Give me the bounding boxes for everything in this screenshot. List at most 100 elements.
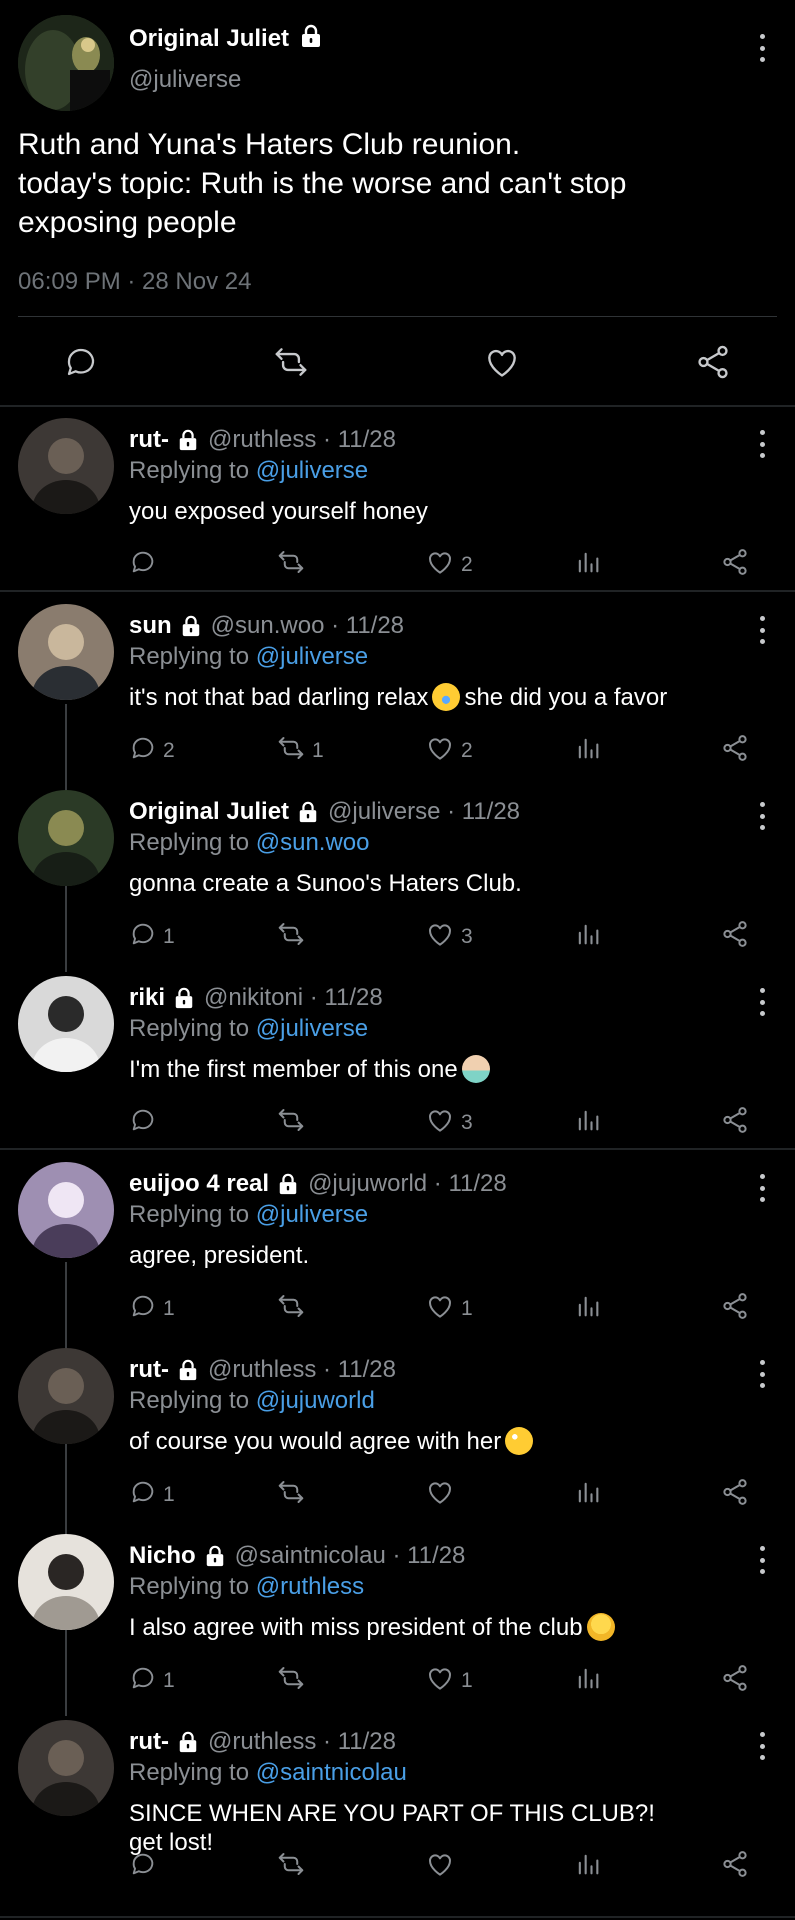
share-button[interactable] (720, 1292, 750, 1326)
mention-link[interactable]: @juliverse (256, 643, 368, 670)
share-button[interactable] (720, 1478, 750, 1512)
reply-tweet[interactable]: euijoo 4 real @jujuworld · 11/28 Replying … (0, 1150, 795, 1336)
author-name[interactable]: riki (129, 984, 165, 1012)
share-button[interactable] (720, 1664, 750, 1698)
author-name[interactable]: euijoo 4 real (129, 1170, 269, 1198)
more-vertical-icon[interactable] (757, 1174, 767, 1202)
avatar[interactable] (18, 1348, 114, 1444)
author-name[interactable]: rut- (129, 1356, 169, 1384)
retweet-button[interactable] (276, 1850, 312, 1884)
like-button[interactable]: 2 (425, 548, 473, 582)
reply-button[interactable]: 1 (129, 1664, 175, 1698)
like-button[interactable]: 1 (425, 1292, 473, 1326)
author-name[interactable]: Nicho (129, 1542, 196, 1570)
analytics-button[interactable] (574, 1106, 602, 1140)
retweet-button[interactable] (276, 1292, 312, 1326)
more-vertical-icon[interactable] (757, 988, 767, 1016)
author-handle[interactable]: @ruthless · 11/28 (208, 426, 396, 454)
reply-tweet[interactable]: Original Juliet @juliverse · 11/28 Replyin… (0, 778, 795, 964)
retweet-button[interactable] (276, 1106, 312, 1140)
analytics-button[interactable] (574, 1292, 602, 1326)
like-button[interactable] (425, 1850, 461, 1884)
reply-tweet[interactable]: riki @nikitoni · 11/28 Replying to @julive… (0, 964, 795, 1150)
avatar[interactable] (18, 15, 114, 111)
reply-icon[interactable] (59, 340, 103, 384)
reply-button[interactable] (129, 1106, 163, 1140)
reply-button[interactable]: 1 (129, 920, 175, 954)
reply-button[interactable]: 1 (129, 1292, 175, 1326)
tweet-timestamp[interactable]: 06:09 PM · 28 Nov 24 (18, 268, 251, 296)
more-vertical-icon[interactable] (757, 1546, 767, 1574)
avatar[interactable] (18, 604, 114, 700)
reply-button[interactable] (129, 548, 163, 582)
avatar[interactable] (18, 418, 114, 514)
retweet-button[interactable] (276, 1664, 312, 1698)
reply-tweet[interactable]: rut- @ruthless · 11/28 Replying to @julive… (0, 406, 795, 592)
mention-link[interactable]: @juliverse (256, 457, 368, 484)
avatar[interactable] (18, 1534, 114, 1630)
avatar[interactable] (18, 976, 114, 1072)
author-handle[interactable]: @ruthless · 11/28 (208, 1728, 396, 1756)
reply-icon (129, 1292, 157, 1326)
author-name[interactable]: sun (129, 612, 172, 640)
analytics-button[interactable] (574, 548, 602, 582)
like-button[interactable]: 3 (425, 920, 473, 954)
share-button[interactable] (720, 1106, 750, 1140)
retweet-button[interactable] (276, 920, 312, 954)
like-button[interactable]: 3 (425, 1106, 473, 1140)
reply-tweet[interactable]: rut- @ruthless · 11/28 Replying to @jujuwo… (0, 1336, 795, 1522)
share-button[interactable] (720, 920, 750, 954)
like-count: 2 (461, 739, 473, 762)
author-handle[interactable]: @juliverse (129, 66, 241, 94)
reply-button[interactable]: 2 (129, 734, 175, 768)
like-button[interactable] (425, 1478, 461, 1512)
mention-link[interactable]: @juliverse (256, 1015, 368, 1042)
reply-tweet[interactable]: sun @sun.woo · 11/28 Replying to @julivers… (0, 592, 795, 778)
avatar[interactable] (18, 790, 114, 886)
share-button[interactable] (720, 548, 750, 582)
author-handle[interactable]: @sun.woo · 11/28 (211, 612, 404, 640)
avatar[interactable] (18, 1162, 114, 1258)
mention-link[interactable]: @juliverse (256, 1201, 368, 1228)
retweet-button[interactable] (276, 1478, 312, 1512)
analytics-button[interactable] (574, 1850, 602, 1884)
reply-tweet[interactable]: Nicho @saintnicolau · 11/28 Replying to @r… (0, 1522, 795, 1708)
more-vertical-icon[interactable] (757, 34, 767, 62)
like-button[interactable]: 1 (425, 1664, 473, 1698)
more-vertical-icon[interactable] (757, 1360, 767, 1388)
mention-link[interactable]: @jujuworld (256, 1387, 375, 1414)
author-name[interactable]: Original Juliet (129, 798, 289, 826)
mention-link[interactable]: @sun.woo (256, 829, 370, 856)
author-name[interactable]: Original Juliet (129, 25, 289, 53)
analytics-button[interactable] (574, 1664, 602, 1698)
more-vertical-icon[interactable] (757, 802, 767, 830)
analytics-button[interactable] (574, 734, 602, 768)
like-icon[interactable] (480, 340, 524, 384)
author-handle[interactable]: @nikitoni · 11/28 (204, 984, 383, 1012)
author-handle[interactable]: @jujuworld · 11/28 (308, 1170, 507, 1198)
more-vertical-icon[interactable] (757, 616, 767, 644)
more-vertical-icon[interactable] (757, 430, 767, 458)
author-name[interactable]: rut- (129, 426, 169, 454)
share-icon[interactable] (691, 340, 735, 384)
author-handle[interactable]: @saintnicolau · 11/28 (235, 1542, 466, 1570)
reply-tweet[interactable]: rut- @ruthless · 11/28 Replying to @saintn… (0, 1708, 795, 1894)
analytics-button[interactable] (574, 1478, 602, 1512)
mention-link[interactable]: @ruthless (256, 1573, 364, 1600)
author-handle[interactable]: @juliverse · 11/28 (328, 798, 520, 826)
share-button[interactable] (720, 734, 750, 768)
reply-text: I also agree with miss president of the … (129, 1614, 583, 1641)
mention-link[interactable]: @saintnicolau (256, 1759, 407, 1786)
retweet-button[interactable] (276, 548, 312, 582)
like-button[interactable]: 2 (425, 734, 473, 768)
author-name[interactable]: rut- (129, 1728, 169, 1756)
analytics-button[interactable] (574, 920, 602, 954)
share-button[interactable] (720, 1850, 750, 1884)
retweet-button[interactable]: 1 (276, 734, 324, 768)
reply-button[interactable] (129, 1850, 163, 1884)
avatar[interactable] (18, 1720, 114, 1816)
retweet-icon[interactable] (269, 340, 313, 384)
reply-button[interactable]: 1 (129, 1478, 175, 1512)
author-handle[interactable]: @ruthless · 11/28 (208, 1356, 396, 1384)
more-vertical-icon[interactable] (757, 1732, 767, 1760)
